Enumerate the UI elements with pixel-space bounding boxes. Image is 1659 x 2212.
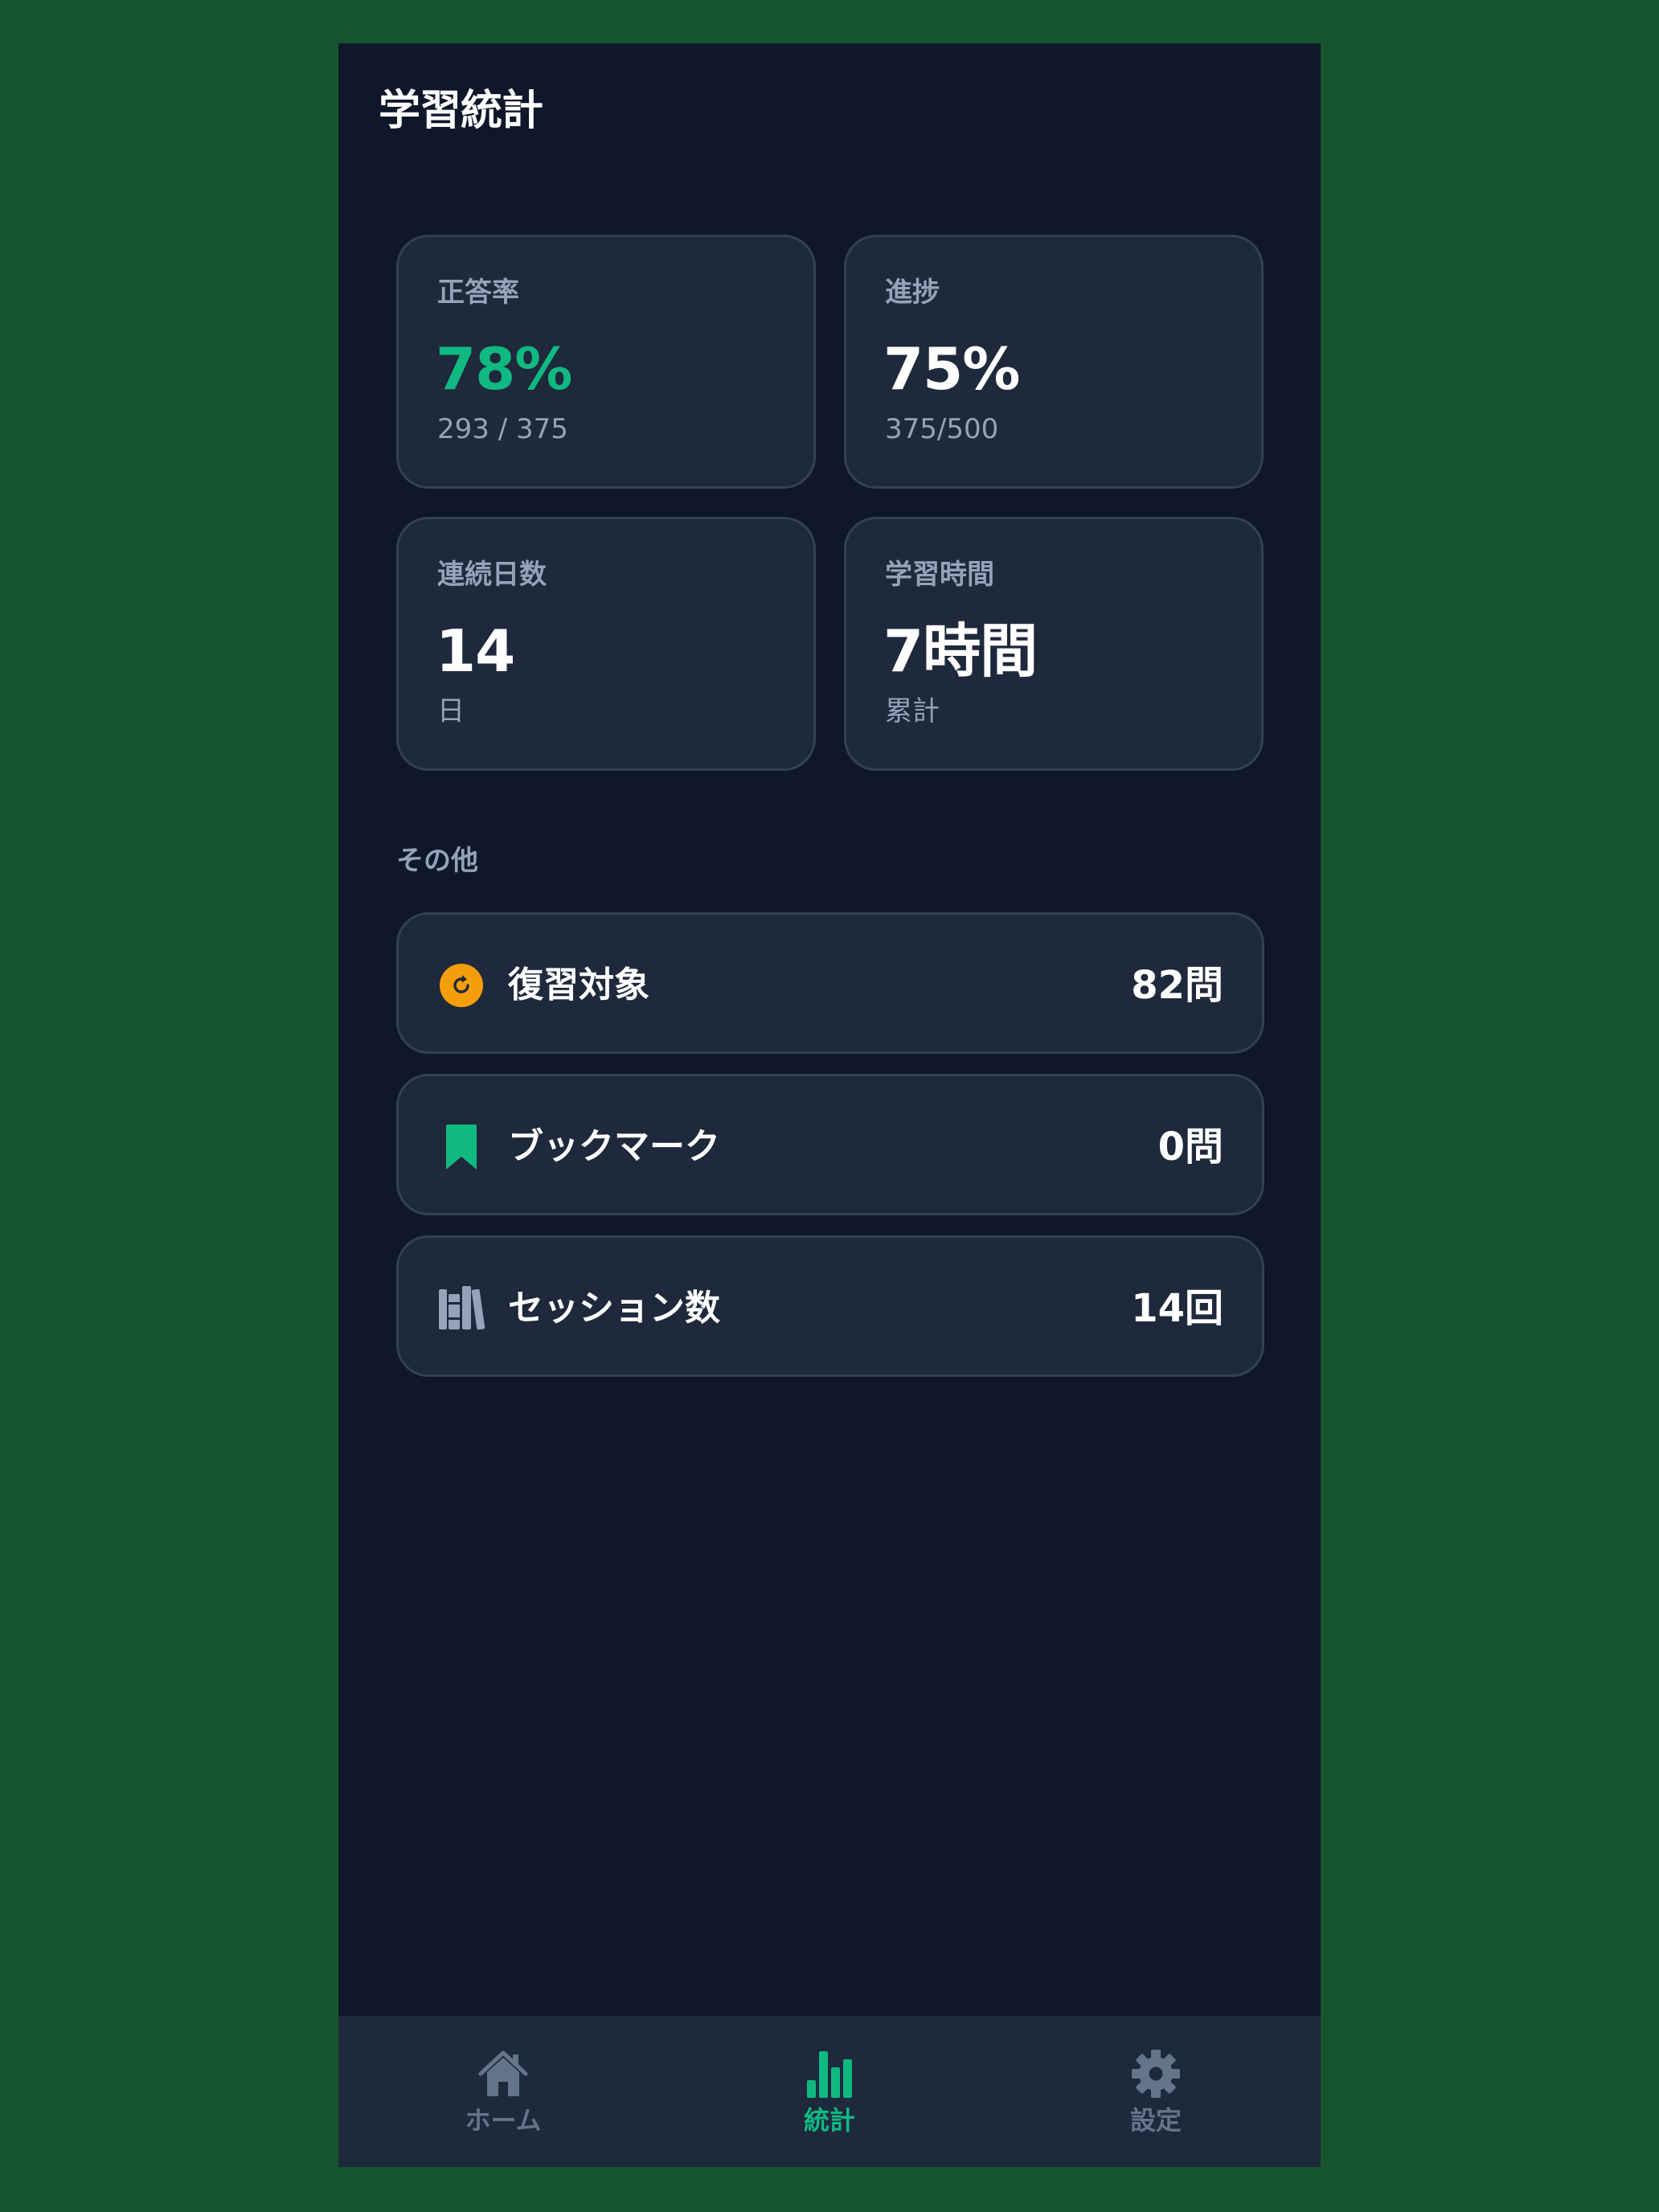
tab-stats[interactable]: 統計 xyxy=(709,2016,950,2167)
tab-home[interactable]: ホーム xyxy=(383,2016,624,2167)
stat-value: 75% xyxy=(883,335,1020,403)
stat-sub: 累計 xyxy=(885,695,940,727)
review-items-row[interactable]: 復習対象 82問 xyxy=(396,912,1264,1054)
stat-label: 学習時間 xyxy=(885,559,994,591)
stat-card-study-time: 学習時間 7時間 累計 xyxy=(844,517,1264,771)
tab-settings[interactable]: 設定 xyxy=(1035,2016,1276,2167)
bookmarks-row[interactable]: ブックマーク 0問 xyxy=(396,1074,1264,1215)
stat-label: 正答率 xyxy=(437,276,519,309)
bookmark-icon xyxy=(446,1124,477,1169)
home-icon xyxy=(478,2050,528,2096)
review-refresh-icon xyxy=(440,964,483,1007)
stat-value: 14 xyxy=(436,617,515,685)
stat-value: 78% xyxy=(436,335,572,403)
sessions-row[interactable]: セッション数 14回 xyxy=(396,1235,1264,1377)
stat-value: 7時間 xyxy=(883,617,1038,685)
tab-label: ホーム xyxy=(465,2105,542,2136)
tab-label: 統計 xyxy=(803,2105,855,2136)
row-label: ブックマーク xyxy=(508,1126,720,1167)
row-label: セッション数 xyxy=(508,1288,720,1329)
section-title-others: その他 xyxy=(396,845,478,877)
app-screen: 学習統計 正答率 78% 293 / 375 進捗 75% 375/500 連続… xyxy=(338,43,1321,2167)
row-value: 14回 xyxy=(1131,1286,1223,1331)
row-value: 82問 xyxy=(1131,963,1223,1008)
page-title: 学習統計 xyxy=(379,87,543,135)
stat-card-accuracy: 正答率 78% 293 / 375 xyxy=(396,235,816,489)
stat-sub: 293 / 375 xyxy=(437,413,568,445)
tab-label: 設定 xyxy=(1129,2105,1182,2136)
stat-sub: 日 xyxy=(437,695,465,727)
stat-sub: 375/500 xyxy=(885,413,999,445)
books-icon xyxy=(439,1286,485,1330)
bar-chart-icon xyxy=(807,2051,852,2098)
bottom-tab-bar: ホーム 統計 設定 xyxy=(338,2016,1321,2167)
gear-icon xyxy=(1132,2050,1180,2098)
stat-card-streak: 連続日数 14 日 xyxy=(396,517,816,771)
stat-label: 進捗 xyxy=(885,276,940,309)
row-label: 復習対象 xyxy=(508,965,649,1006)
stat-label: 連続日数 xyxy=(437,559,547,591)
stat-card-progress: 進捗 75% 375/500 xyxy=(844,235,1264,489)
row-value: 0問 xyxy=(1157,1124,1223,1169)
